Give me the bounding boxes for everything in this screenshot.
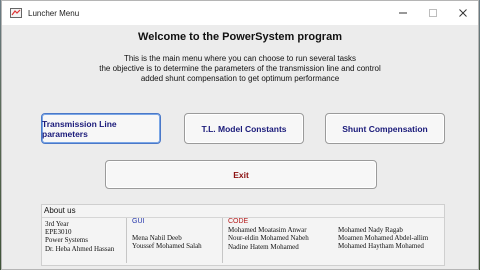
team-member: Mohamed Moatasim Anwar [228,226,307,235]
close-button[interactable] [448,1,478,25]
team-member: Moamen Mohamed Abdel-allim [338,234,429,243]
close-icon [459,9,467,17]
team-member: Youssef Mohamed Salah [132,242,202,251]
team-member: Mohamed Haytham Mohamed [338,242,424,251]
description-line: the objective is to determine the parame… [99,64,381,73]
team-member: Nour-eldin Mohamed Nabeh [228,234,309,243]
about-us-panel: About us 3rd Year EPE3010 Power Systems … [41,204,445,266]
team-member: Mohamed Nady Ragab [338,226,403,234]
minimize-icon [399,12,407,14]
column-divider [126,218,127,263]
description-line: This is the main menu where you can choo… [123,54,357,63]
team-member: Nadine Hatem Mohamed [228,242,299,251]
code-team-continued: Mohamed Nady Ragab Moamen Mohamed Abdel-… [338,226,428,251]
matlab-figure-icon [10,7,22,19]
minimize-button[interactable] [388,1,418,25]
gui-team: GUI Mena Nabil Deeb Youssef Mohamed Sala… [132,218,202,251]
column-divider [222,218,223,263]
page-heading: Welcome to the PowerSystem program [138,31,342,43]
shunt-compensation-button[interactable]: Shunt Compensation [325,113,445,144]
course-name: Power Systems [45,236,88,245]
title-bar[interactable]: Luncher Menu [2,1,478,25]
tl-model-constants-button[interactable]: T.L. Model Constants [184,113,304,144]
gui-label: GUI [132,218,145,225]
maximize-button[interactable] [418,1,448,25]
code-label: CODE [228,218,249,225]
course-code: EPE3010 [45,228,72,237]
transmission-line-parameters-button[interactable]: Transmission Line parameters [41,113,161,144]
description-text: This is the main menu where you can choo… [72,54,408,84]
team-member: Mena Nabil Deeb [132,234,182,243]
window-title: Luncher Menu [28,8,80,18]
course-info: 3rd Year EPE3010 Power Systems Dr. Heba … [45,220,114,253]
description-line: added shunt compensation to get optimum … [140,74,340,83]
about-us-title: About us [44,206,76,215]
launcher-window: Luncher Menu Welcome to the PowerSystem … [1,0,479,270]
course-year: 3rd Year [45,220,69,228]
course-instructor: Dr. Heba Ahmed Hassan [45,244,115,253]
code-team: CODE Mohamed Moatasim Anwar Nour-eldin M… [228,218,309,251]
maximize-icon [429,9,437,17]
exit-button[interactable]: Exit [105,160,377,189]
